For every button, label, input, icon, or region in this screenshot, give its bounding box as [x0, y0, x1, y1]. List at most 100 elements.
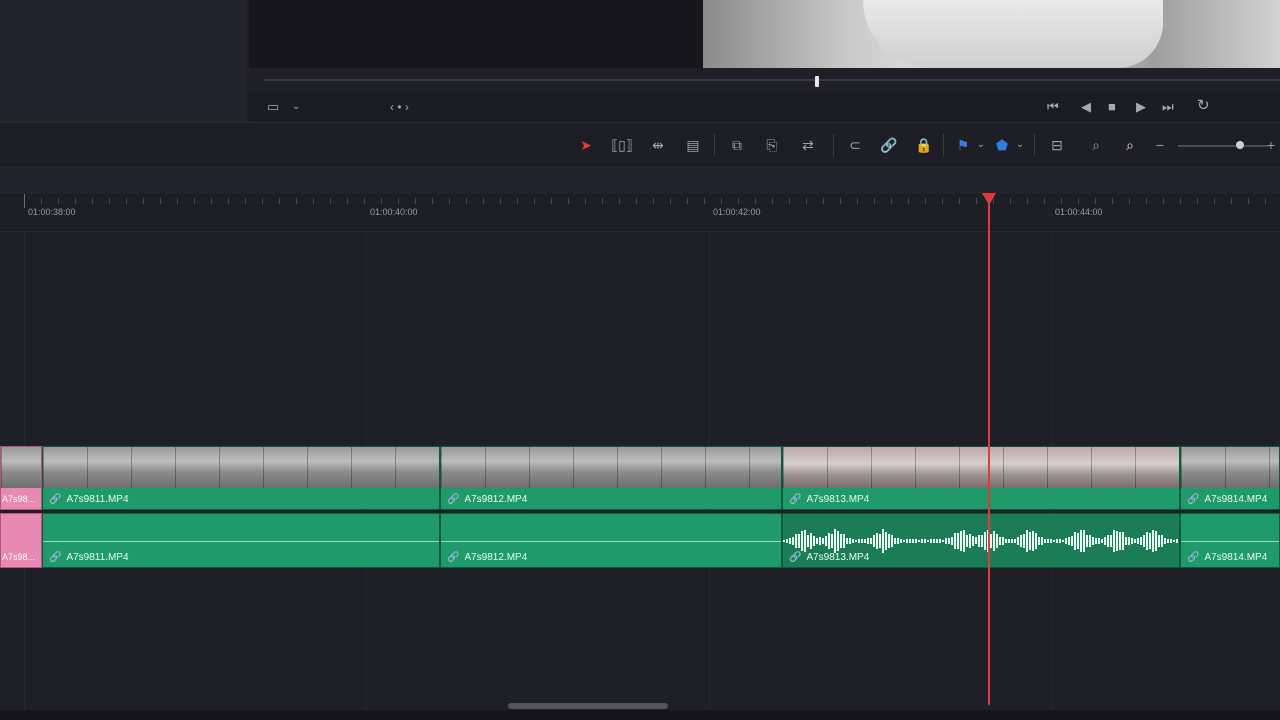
- ruler-tick: [143, 198, 144, 204]
- ruler-tick: [976, 198, 977, 204]
- clip-name: 🔗 A7s9814.MP4: [1187, 494, 1268, 505]
- ruler-tick: [1146, 198, 1147, 204]
- waveform-bar: [1125, 536, 1127, 546]
- waveform-bar: [1095, 538, 1097, 544]
- video-clip[interactable]: 🔗 A7s9811.MP4: [42, 446, 440, 510]
- go-to-end-icon[interactable]: ⏭: [1162, 100, 1174, 114]
- waveform-bar: [1041, 537, 1043, 545]
- selection-tool-icon[interactable]: ➤: [578, 136, 594, 154]
- ruler-tick: [670, 198, 671, 204]
- video-clip[interactable]: A7s98...: [0, 446, 42, 510]
- replace-clip-icon[interactable]: ⇄: [794, 136, 822, 154]
- waveform-bar: [1128, 537, 1130, 545]
- ruler-tick: [398, 198, 399, 204]
- zoom-slider[interactable]: [1178, 145, 1268, 147]
- waveform-bar: [1023, 533, 1025, 549]
- ruler-tick: [908, 198, 909, 204]
- insert-clip-icon[interactable]: ⧉: [724, 136, 750, 154]
- waveform-bar: [933, 539, 935, 543]
- waveform-bar: [954, 533, 956, 549]
- waveform-bar: [921, 539, 923, 543]
- audio-clip[interactable]: 🔗 A7s9812.MP4: [440, 513, 782, 568]
- go-to-start-icon[interactable]: ⏮: [1047, 100, 1059, 114]
- viewer-scrub-bar[interactable]: [264, 79, 1280, 81]
- ruler-tick: [1129, 198, 1130, 204]
- waveform-bar: [945, 538, 947, 544]
- clip-name: 🔗 A7s9812.MP4: [447, 552, 528, 563]
- waveform-bar: [813, 536, 815, 546]
- stop-icon[interactable]: ■: [1108, 100, 1116, 114]
- ruler-tick: [160, 198, 161, 204]
- ruler-tick: [789, 198, 790, 204]
- custom-zoom-icon[interactable]: ⌕: [1117, 136, 1143, 154]
- video-clip[interactable]: 🔗 A7s9812.MP4: [440, 446, 782, 510]
- ruler-tick: [500, 198, 501, 204]
- waveform-bar: [1173, 539, 1175, 543]
- audio-clip[interactable]: 🔗 A7s9811.MP4: [42, 513, 440, 568]
- waveform-bar: [843, 534, 845, 548]
- flag-icon[interactable]: ⚑: [955, 136, 971, 154]
- clip-name: 🔗 A7s9814.MP4: [1187, 552, 1268, 563]
- link-icon: 🔗: [447, 552, 460, 563]
- waveform-bar: [846, 537, 848, 545]
- audio-clip[interactable]: 🔗 A7s9814.MP4: [1180, 513, 1280, 568]
- overwrite-clip-icon[interactable]: ⎘: [761, 136, 783, 154]
- marker-icon[interactable]: ⬟: [994, 136, 1010, 154]
- ruler-tick: [483, 198, 484, 204]
- playhead-handle[interactable]: [982, 193, 996, 205]
- timecode-label: 01:00:38:00: [28, 207, 76, 217]
- zoom-in-icon[interactable]: +: [1264, 136, 1278, 154]
- zoom-slider-handle[interactable]: [1236, 141, 1244, 149]
- marker-dropdown-chevron-icon[interactable]: ⌄: [1013, 136, 1027, 154]
- video-clip[interactable]: 🔗 A7s9813.MP4: [782, 446, 1180, 510]
- audio-clip[interactable]: 🔗 A7s9813.MP4: [782, 513, 1180, 568]
- loop-icon[interactable]: ↻: [1197, 98, 1210, 113]
- waveform-bar: [1158, 535, 1160, 547]
- full-extent-zoom-icon[interactable]: ⊟: [1044, 136, 1070, 154]
- waveform-bar: [1131, 538, 1133, 544]
- play-reverse-icon[interactable]: ◀: [1081, 100, 1091, 114]
- ruler-tick: [109, 198, 110, 204]
- audio-clip[interactable]: A7s98...: [0, 513, 42, 568]
- ruler-tick: [551, 198, 552, 204]
- waveform-bar: [852, 538, 854, 544]
- crop-icon[interactable]: ▭: [267, 100, 279, 114]
- waveform-bar: [1164, 537, 1166, 545]
- video-clip[interactable]: 🔗 A7s9814.MP4: [1180, 446, 1280, 510]
- chevron-down-icon[interactable]: ⌄: [292, 100, 300, 114]
- waveform-bar: [966, 534, 968, 548]
- zoom-out-icon[interactable]: −: [1153, 136, 1167, 154]
- detail-zoom-icon[interactable]: ⌕: [1084, 136, 1108, 154]
- snapping-icon[interactable]: ⊂: [845, 136, 865, 154]
- waveform-bar: [810, 533, 812, 549]
- waveform-bar: [1059, 538, 1061, 543]
- linked-selection-icon[interactable]: 🔗: [879, 136, 899, 154]
- position-lock-icon[interactable]: 🔒: [914, 136, 934, 154]
- ruler-tick: [755, 198, 756, 204]
- waveform-bar: [1170, 538, 1172, 544]
- waveform-bar: [822, 537, 824, 545]
- waveform-bar: [894, 538, 896, 544]
- waveform-bar: [936, 539, 938, 543]
- playhead[interactable]: [988, 200, 990, 705]
- clip-nav-control[interactable]: ‹ • ›: [390, 100, 409, 114]
- waveform-bar: [963, 529, 965, 553]
- waveform-bar: [879, 533, 881, 549]
- viewer-scrub-handle[interactable]: [815, 76, 819, 87]
- clip-name: A7s98...: [2, 552, 36, 562]
- trim-edit-icon[interactable]: ⟦▯⟧: [609, 136, 635, 154]
- waveform-bar: [1032, 531, 1034, 551]
- waveform-bar: [1116, 531, 1118, 551]
- waveform-bar: [1122, 532, 1124, 550]
- blade-tool-icon[interactable]: ▤: [681, 136, 705, 154]
- ruler-tick: [687, 198, 688, 204]
- clip-name: 🔗 A7s9811.MP4: [49, 494, 129, 505]
- flag-dropdown-chevron-icon[interactable]: ⌄: [974, 136, 988, 154]
- dynamic-trim-icon[interactable]: ⇹: [646, 136, 670, 154]
- waveform-bar: [1161, 535, 1163, 547]
- play-icon[interactable]: ▶: [1136, 100, 1146, 114]
- horizontal-scrollbar[interactable]: [508, 703, 668, 709]
- waveform-bar: [939, 538, 941, 544]
- waveform-bar: [1065, 538, 1067, 544]
- waveform-bar: [1089, 534, 1091, 548]
